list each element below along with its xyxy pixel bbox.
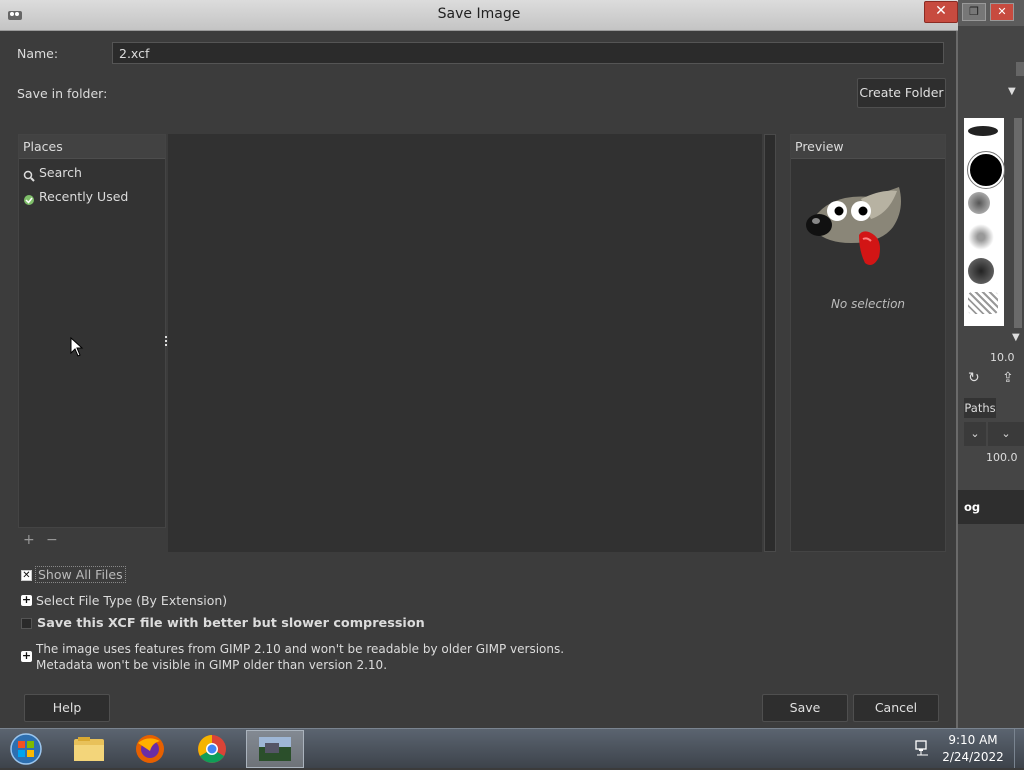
- create-folder-button[interactable]: Create Folder: [857, 78, 946, 108]
- restore-window-button[interactable]: ❐: [962, 3, 986, 21]
- dialog-title: Save Image: [437, 6, 521, 22]
- close-button[interactable]: ✕: [924, 1, 958, 23]
- brushes-grid[interactable]: [964, 118, 1005, 326]
- help-button[interactable]: Help: [24, 694, 110, 722]
- select-file-type-expander[interactable]: Select File Type (By Extension): [36, 593, 227, 608]
- tab-paths[interactable]: Paths: [964, 398, 996, 418]
- preview-header: Preview: [791, 135, 945, 159]
- background-gimp-panel: [958, 0, 1024, 728]
- show-all-files-label[interactable]: Show All Files: [35, 566, 126, 583]
- firefox-icon[interactable]: [128, 733, 172, 765]
- place-label: Search: [39, 165, 82, 180]
- opacity-value[interactable]: 100.0: [986, 451, 1018, 464]
- clock-date[interactable]: 2/24/2022: [940, 750, 1006, 764]
- brushes-scrollbar[interactable]: [1014, 118, 1022, 328]
- compression-label[interactable]: Save this XCF file with better but slowe…: [37, 616, 425, 631]
- start-orb-icon[interactable]: [4, 733, 48, 765]
- clock-time[interactable]: 9:10 AM: [940, 733, 1006, 747]
- chevron-down-icon[interactable]: ▼: [1012, 332, 1020, 343]
- preview-panel: Preview No selection: [790, 134, 946, 552]
- background-close-button[interactable]: ✕: [990, 3, 1014, 21]
- dialog-titlebar[interactable]: Save Image ✕: [0, 0, 958, 31]
- place-item-recently-used[interactable]: Recently Used: [21, 187, 128, 207]
- panel-menu-icon[interactable]: [1016, 62, 1024, 76]
- taskbar: [0, 728, 1024, 768]
- chrome-icon[interactable]: [190, 733, 234, 765]
- place-label: Recently Used: [39, 189, 129, 204]
- save-image-dialog: Save Image ✕ Name: Save in folder: Creat…: [0, 0, 958, 728]
- save-in-folder-label: Save in folder:: [17, 86, 108, 101]
- place-item-search[interactable]: Search: [21, 163, 82, 183]
- background-titlebar: ❐ ✕: [958, 0, 1024, 26]
- gimp-taskbar-button[interactable]: [246, 730, 304, 768]
- places-header: Places: [19, 135, 165, 159]
- remove-bookmark-button[interactable]: −: [46, 532, 58, 548]
- add-bookmark-button[interactable]: +: [23, 532, 35, 548]
- mouse-cursor: [70, 336, 84, 360]
- places-panel: Places Search Recently Used: [18, 134, 166, 528]
- export-icon[interactable]: ⇪: [1002, 370, 1014, 386]
- chevron-down-icon[interactable]: ▼: [1008, 86, 1024, 100]
- network-icon[interactable]: [914, 739, 932, 760]
- save-button[interactable]: Save: [762, 694, 848, 722]
- file-list-scrollbar[interactable]: [764, 134, 776, 552]
- show-desktop-button[interactable]: [1014, 729, 1024, 768]
- filename-input[interactable]: [112, 42, 944, 64]
- spacing-value[interactable]: 10.0: [990, 351, 1015, 364]
- layer-row[interactable]: og: [958, 490, 1024, 524]
- show-all-files-checkbox[interactable]: ✕: [21, 570, 32, 581]
- wilber-mascot-icon: [801, 179, 911, 282]
- reset-icon[interactable]: ↻: [968, 370, 980, 386]
- preview-empty-text: No selection: [830, 297, 906, 311]
- name-label: Name:: [17, 46, 59, 61]
- search-icon: [23, 168, 35, 182]
- compat-note-line1: The image uses features from GIMP 2.10 a…: [36, 642, 565, 656]
- expander-plus-icon[interactable]: +: [21, 594, 32, 606]
- layer-name: og: [964, 500, 981, 514]
- compat-note-line2: Metadata won't be visible in GIMP older …: [36, 658, 388, 672]
- chevron-down-icon[interactable]: ⌄: [964, 422, 986, 446]
- recent-icon: [23, 192, 35, 205]
- file-explorer-icon[interactable]: [66, 733, 110, 765]
- expander-plus-icon[interactable]: +: [21, 650, 32, 662]
- compression-checkbox[interactable]: [21, 618, 32, 629]
- file-list[interactable]: [168, 134, 762, 552]
- chevron-down-icon[interactable]: ⌄: [988, 422, 1024, 446]
- cancel-button[interactable]: Cancel: [853, 694, 939, 722]
